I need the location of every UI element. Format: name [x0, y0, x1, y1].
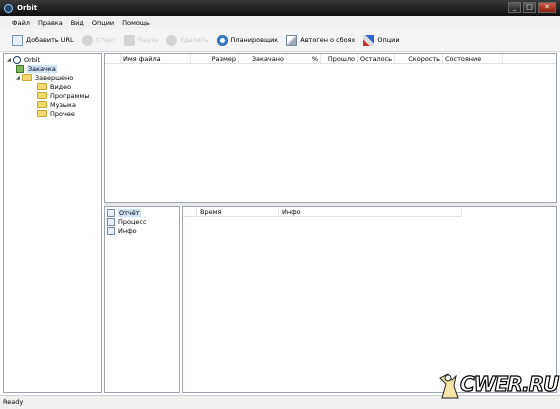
column-filename[interactable]: Имя файла [121, 54, 191, 64]
tree-item-other[interactable]: Прочее [37, 109, 75, 118]
download-icon [16, 64, 24, 73]
column-remaining[interactable]: Осталось [358, 54, 395, 64]
info-icon [107, 226, 115, 235]
status-text: Ready [3, 398, 24, 406]
details-column-info[interactable]: Инфо [279, 207, 462, 217]
report-icon [107, 208, 115, 217]
column-downloaded[interactable]: Закачано [239, 54, 287, 64]
folder-icon [37, 83, 47, 90]
log-details: Время Инфо [182, 206, 557, 393]
menu-edit[interactable]: Правка [38, 19, 63, 27]
tree-item-video[interactable]: Видео [37, 82, 71, 91]
autosync-button[interactable]: Автоген о сбоях [286, 31, 355, 49]
tree-item-downloading[interactable]: Закачка [16, 64, 57, 73]
column-size[interactable]: Размер [191, 54, 239, 64]
start-icon [81, 34, 93, 46]
category-tree: ◢ Orbit Закачка ◢ Завершено Видео Програ… [3, 53, 102, 393]
scheduler-button[interactable]: Планировщик [216, 31, 278, 49]
column-status[interactable]: Состояние [443, 54, 503, 64]
log-item-process[interactable]: Процесс [107, 217, 147, 226]
menu-file[interactable]: Файл [12, 19, 30, 27]
log-item-report[interactable]: Отчёт [107, 208, 141, 217]
add-url-button[interactable]: Добавить URL [12, 31, 74, 49]
window-title: Orbit [17, 4, 38, 12]
delete-icon [166, 34, 178, 46]
folder-icon [37, 101, 47, 108]
log-type-list: Отчёт Процесс Инфо [104, 206, 180, 393]
tree-item-finished[interactable]: ◢ Завершено [16, 73, 73, 82]
start-button[interactable]: Старт [81, 31, 116, 49]
menu-help[interactable]: Помощь [122, 19, 150, 27]
close-button[interactable]: ✕ [538, 2, 556, 13]
menu-options[interactable]: Опции [92, 19, 114, 27]
orbit-app-icon [4, 3, 13, 13]
maximize-button[interactable]: □ [523, 2, 536, 13]
folder-icon [37, 92, 47, 99]
column-percent[interactable]: % [287, 54, 321, 64]
downloads-column-header: Имя файла Размер Закачано % Прошло Остал… [105, 54, 556, 64]
clock-icon [216, 34, 228, 46]
tree-item-orbit[interactable]: ◢ Orbit [7, 55, 40, 64]
process-icon [107, 217, 115, 226]
minimize-button[interactable]: _ [508, 2, 521, 13]
autosync-icon [286, 34, 298, 46]
pause-button[interactable]: Пауза [123, 31, 158, 49]
pause-icon [123, 34, 135, 46]
orbit-icon [13, 55, 21, 64]
log-item-info[interactable]: Инфо [107, 226, 137, 235]
folder-icon [22, 74, 32, 81]
delete-button[interactable]: Удалить [166, 31, 209, 49]
folder-icon [37, 110, 47, 117]
title-bar: Orbit _ □ ✕ [0, 0, 560, 16]
watermark-text: CWER.RU [459, 371, 560, 396]
add-url-icon [12, 34, 23, 46]
column-speed[interactable]: Скорость [395, 54, 443, 64]
toolbar: Добавить URL Старт Пауза Удалить Планиро… [0, 29, 560, 52]
tree-item-music[interactable]: Музыка [37, 100, 76, 109]
tools-icon [363, 34, 375, 46]
column-icon[interactable] [105, 54, 121, 64]
column-elapsed[interactable]: Прошло [321, 54, 358, 64]
downloads-list: Имя файла Размер Закачано % Прошло Остал… [104, 53, 557, 203]
menu-bar: Файл Правка Вид Опции Помощь [0, 16, 560, 29]
cwer-watermark: CWER.RU [432, 370, 560, 400]
menu-view[interactable]: Вид [71, 19, 84, 27]
options-button[interactable]: Опции [363, 31, 400, 49]
tree-item-programs[interactable]: Программы [37, 91, 89, 100]
details-column-time[interactable]: Время [197, 207, 279, 217]
watermark-figure-icon [439, 373, 459, 399]
details-column-icon[interactable] [183, 207, 197, 217]
